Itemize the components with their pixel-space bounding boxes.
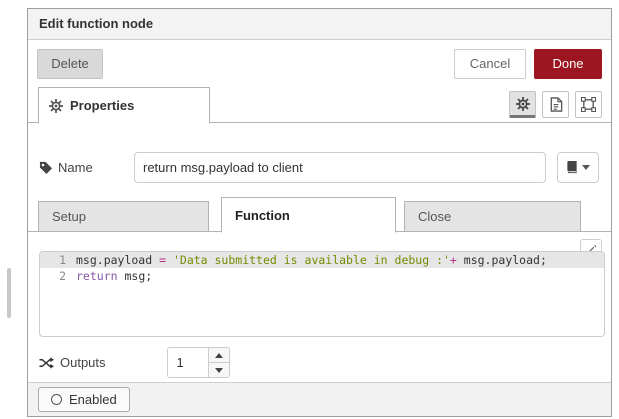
enabled-label: Enabled bbox=[69, 392, 117, 407]
page: Edit function node Delete Cancel Done Pr… bbox=[0, 0, 619, 419]
enabled-toggle-button[interactable]: Enabled bbox=[38, 387, 130, 412]
document-icon bbox=[549, 97, 563, 112]
circle-icon bbox=[51, 394, 62, 405]
outputs-spinner bbox=[167, 347, 230, 378]
dialog-footer: Enabled bbox=[28, 382, 611, 416]
spinner-down-button[interactable] bbox=[209, 363, 229, 377]
name-label-text: Name bbox=[58, 160, 93, 175]
book-icon bbox=[566, 161, 578, 174]
dialog-button-row: Delete Cancel Done bbox=[28, 40, 611, 87]
name-field-label: Name bbox=[39, 160, 134, 175]
library-button[interactable] bbox=[557, 152, 599, 183]
name-row: Name bbox=[39, 152, 600, 183]
editor-icon-buttons bbox=[509, 91, 602, 118]
tab-close[interactable]: Close bbox=[404, 201, 581, 232]
tab-properties-label: Properties bbox=[70, 98, 134, 113]
outputs-row: Outputs bbox=[39, 347, 230, 378]
cancel-button[interactable]: Cancel bbox=[454, 49, 526, 79]
page-scrollbar[interactable] bbox=[7, 268, 11, 318]
name-input[interactable] bbox=[134, 152, 546, 183]
tab-setup[interactable]: Setup bbox=[38, 201, 209, 232]
spinner-down-icon bbox=[215, 368, 223, 373]
outputs-input[interactable] bbox=[168, 348, 208, 377]
code-text: return msg; bbox=[76, 268, 152, 284]
spinner-up-icon bbox=[215, 353, 223, 358]
tab-function[interactable]: Function bbox=[221, 197, 396, 233]
gear-icon bbox=[516, 97, 530, 111]
chevron-down-icon bbox=[582, 165, 590, 170]
dialog-title: Edit function node bbox=[28, 9, 611, 40]
tab-properties[interactable]: Properties bbox=[38, 87, 210, 124]
node-properties-button[interactable] bbox=[509, 91, 536, 118]
code-line[interactable]: 1msg.payload = 'Data submitted is availa… bbox=[40, 252, 604, 268]
code-text: msg.payload = 'Data submitted is availab… bbox=[76, 252, 547, 268]
function-tabs: Setup Function Close bbox=[28, 197, 611, 232]
node-description-button[interactable] bbox=[542, 91, 569, 118]
spinner-up-button[interactable] bbox=[209, 348, 229, 363]
done-button[interactable]: Done bbox=[534, 49, 602, 79]
code-line[interactable]: 2return msg; bbox=[40, 268, 604, 284]
edit-function-node-dialog: Edit function node Delete Cancel Done Pr… bbox=[27, 8, 612, 417]
delete-button[interactable]: Delete bbox=[37, 49, 103, 79]
gear-icon bbox=[49, 99, 63, 113]
shuffle-icon bbox=[39, 357, 54, 369]
properties-tab-bar: Properties bbox=[28, 87, 611, 123]
line-number: 2 bbox=[40, 268, 76, 284]
properties-form: Name Setup Function Close bbox=[28, 123, 611, 376]
outputs-label-text: Outputs bbox=[60, 355, 106, 370]
spinner-buttons bbox=[208, 348, 229, 377]
outputs-field-label: Outputs bbox=[39, 355, 106, 370]
code-editor[interactable]: 1msg.payload = 'Data submitted is availa… bbox=[39, 251, 605, 337]
line-number: 1 bbox=[40, 252, 76, 268]
scope-icon bbox=[581, 97, 596, 112]
node-appearance-button[interactable] bbox=[575, 91, 602, 118]
tag-icon bbox=[39, 161, 52, 174]
